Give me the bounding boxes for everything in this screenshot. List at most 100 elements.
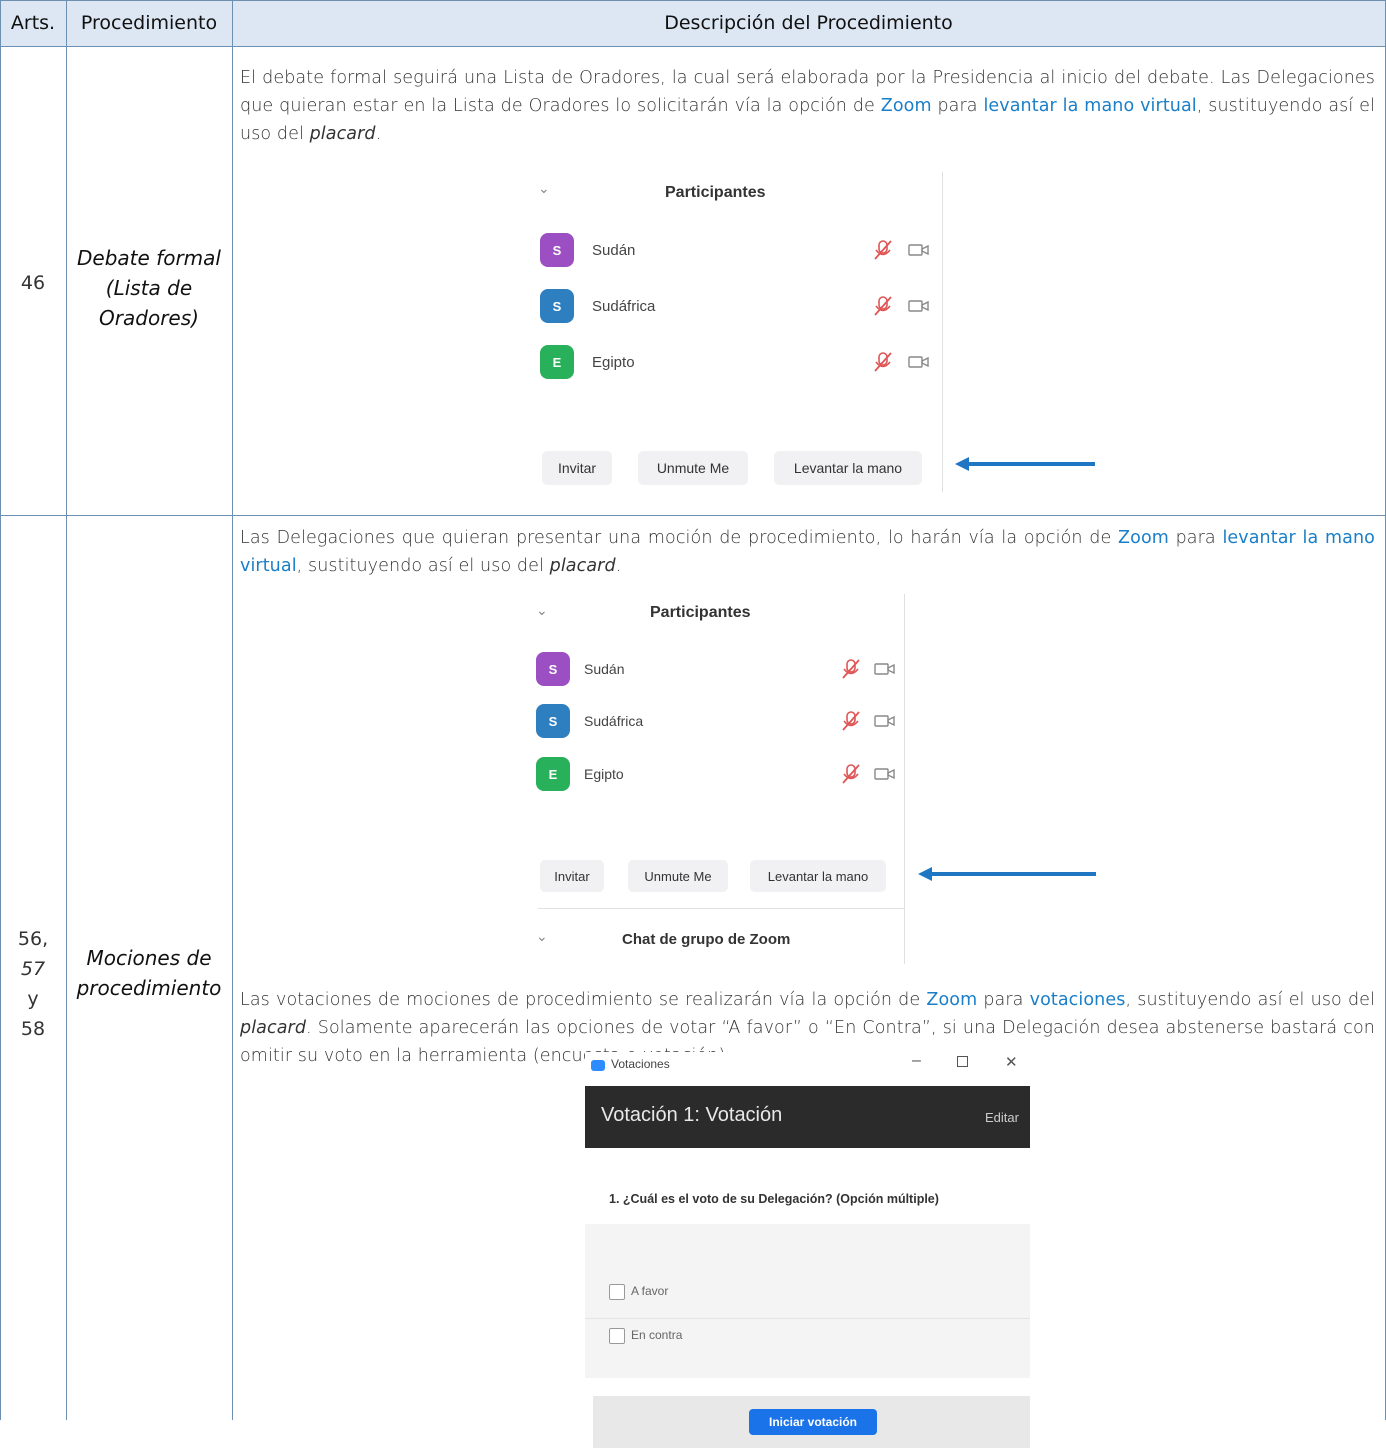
grid-line-header-bottom — [0, 46, 1386, 47]
avatar: E — [536, 757, 570, 791]
poll-footer: Iniciar votación — [593, 1396, 1030, 1448]
row2-desc-text: . — [615, 556, 622, 576]
poll-window: Votaciones – ✕ Votación 1: Votación Edit… — [585, 1052, 1030, 1452]
mic-muted-icon[interactable] — [840, 710, 862, 732]
participant-row[interactable]: S — [536, 650, 570, 688]
row2-desc-text: Las votaciones de mociones de procedimie… — [240, 990, 927, 1010]
start-poll-button[interactable]: Iniciar votación — [749, 1409, 877, 1435]
participant-row[interactable]: E — [540, 343, 574, 381]
camera-icon[interactable] — [908, 298, 930, 314]
checkbox[interactable] — [609, 1328, 625, 1344]
mic-muted-icon[interactable] — [840, 763, 862, 785]
participant-name: Sudán — [584, 661, 625, 677]
option-divider — [585, 1318, 1030, 1319]
row2-placard-term: placard — [549, 556, 616, 576]
avatar: S — [536, 704, 570, 738]
chat-title: Chat de grupo de Zoom — [622, 931, 791, 948]
avatar: S — [540, 233, 574, 267]
edit-link[interactable]: Editar — [985, 1110, 1019, 1125]
grid-line-col1 — [66, 0, 67, 1420]
row2-desc-text: para — [977, 990, 1030, 1010]
participant-name: Sudáfrica — [592, 298, 656, 315]
poll-option: En contra — [631, 1328, 683, 1342]
camera-icon[interactable] — [874, 766, 896, 782]
invite-button[interactable]: Invitar — [542, 451, 612, 485]
unmute-me-button[interactable]: Unmute Me — [638, 451, 748, 485]
participants-title: Participantes — [665, 184, 766, 201]
chevron-down-icon[interactable]: ⌄ — [536, 928, 548, 945]
camera-icon[interactable] — [874, 661, 896, 677]
poll-question: 1. ¿Cuál es el voto de su Delegación? (O… — [609, 1192, 939, 1206]
grid-line-row-separator — [0, 515, 1386, 516]
participant-row[interactable]: S — [540, 231, 574, 269]
row2-procedimiento: Mociones de procedimiento — [66, 943, 232, 1003]
avatar: E — [540, 345, 574, 379]
participants-panel-2: ⌄ Participantes S Sudán S Sudáfrica E Eg… — [528, 594, 918, 969]
participants-panel-1: ⌄ Participantes S Sudán S Sudáfrica E Eg… — [530, 172, 950, 497]
row2-arts-line: 57 — [20, 958, 46, 980]
avatar: S — [536, 652, 570, 686]
poll-body: 1. ¿Cuál es el voto de su Delegación? (O… — [585, 1148, 1030, 1378]
participant-name: Egipto — [592, 354, 635, 371]
raise-hand-button[interactable]: Levantar la mano — [750, 860, 886, 892]
arrow-left-icon — [918, 867, 1096, 881]
votaciones-link[interactable]: votaciones — [1030, 990, 1126, 1010]
row1-proc-line: Debate formal — [77, 246, 221, 270]
participant-row[interactable]: S — [540, 287, 574, 325]
header-procedimiento: Procedimiento — [80, 12, 218, 34]
participants-title: Participantes — [650, 604, 751, 621]
question-area — [585, 1148, 1030, 1224]
row2-description-1: Las Delegaciones que quieran presentar u… — [240, 524, 1375, 580]
participant-name: Egipto — [584, 766, 624, 782]
row1-arts: 46 — [20, 272, 46, 294]
mic-muted-icon[interactable] — [872, 351, 894, 373]
checkbox[interactable] — [609, 1284, 625, 1300]
poll-window-title: Votaciones — [611, 1057, 670, 1071]
row1-desc-text: para — [931, 96, 984, 116]
minimize-icon[interactable]: – — [912, 1052, 921, 1070]
camera-icon[interactable] — [908, 354, 930, 370]
row1-zoom-link[interactable]: Zoom — [881, 96, 932, 116]
row2-desc-text: para — [1168, 528, 1223, 548]
row2-arts-line: y — [27, 988, 39, 1010]
row1-procedimiento: Debate formal (Lista de Oradores) — [66, 243, 232, 333]
maximize-icon[interactable] — [957, 1056, 968, 1067]
row2-desc-text: , sustituyendo así el uso del — [296, 556, 550, 576]
unmute-me-button[interactable]: Unmute Me — [628, 860, 728, 892]
participant-row[interactable]: E — [536, 755, 570, 793]
mic-muted-icon[interactable] — [840, 658, 862, 680]
camera-icon[interactable] — [908, 242, 930, 258]
panel-divider — [538, 908, 904, 909]
poll-option: A favor — [631, 1284, 669, 1298]
row2-zoom-link[interactable]: Zoom — [926, 990, 977, 1010]
row2-proc-line: procedimiento — [76, 976, 222, 1000]
mic-muted-icon[interactable] — [872, 239, 894, 261]
row2-zoom-link[interactable]: Zoom — [1118, 528, 1169, 548]
row2-desc-text: , sustituyendo así el uso del — [1125, 990, 1375, 1010]
row1-desc-text: . — [375, 124, 382, 144]
chevron-down-icon[interactable]: ⌄ — [538, 180, 550, 197]
camera-icon[interactable] — [874, 713, 896, 729]
row2-arts-line: 56, — [17, 928, 49, 950]
row1-proc-line: Oradores) — [99, 306, 199, 330]
close-icon[interactable]: ✕ — [1005, 1053, 1018, 1071]
mic-muted-icon[interactable] — [872, 295, 894, 317]
poll-titlebar: Votaciones – ✕ — [585, 1052, 1030, 1086]
header-descripcion: Descripción del Procedimiento — [664, 12, 953, 34]
participant-row[interactable]: S — [536, 702, 570, 740]
zoom-logo-icon — [591, 1060, 605, 1071]
panel-divider — [942, 172, 943, 492]
row2-desc-text: Las Delegaciones que quieran presentar u… — [240, 528, 1119, 548]
raise-hand-button[interactable]: Levantar la mano — [774, 451, 922, 485]
row2-arts-line: 58 — [20, 1018, 46, 1040]
chevron-down-icon[interactable]: ⌄ — [536, 602, 548, 619]
poll-header: Votación 1: Votación Editar — [585, 1086, 1030, 1148]
header-arts: Arts. — [10, 12, 56, 34]
row1-description: El debate formal seguirá una Lista de Or… — [240, 64, 1375, 148]
row1-proc-line: (Lista de — [105, 276, 193, 300]
grid-line-left — [0, 0, 1, 1420]
panel-divider — [904, 594, 905, 964]
row1-hand-link[interactable]: levantar la mano virtual — [983, 96, 1196, 116]
row2-proc-line: Mociones de — [86, 946, 212, 970]
invite-button[interactable]: Invitar — [540, 860, 604, 892]
